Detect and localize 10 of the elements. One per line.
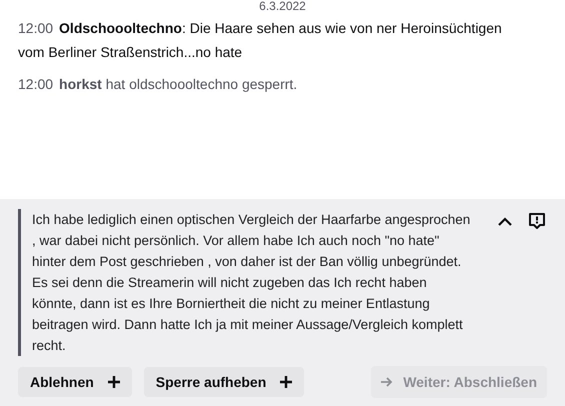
- chat-date: 6.3.2022: [258, 0, 307, 12]
- chat-message: 12:00 Oldschoooltechno: Die Haare sehen aus wie von ner Heroinsüchtigen vom Berliner Straßenstrich...no hate: [18, 19, 503, 62]
- appeal-text: Ich habe lediglich einen optischen Vergleich der Haarfarbe angesprochen , war dabei nicht persönlich. Vor allem habe Ich auch noch "no hate" hinter dem Post geschrieben , von daher ist der Ban völlig unbegründet. Es sei denn die Streamerin will nicht zugeben das Ich recht haben könnte, dann ist es Ihre Borniertheit die nicht zu meiner Entlastung beitragen wird. Dann hatte Ich ja mit meiner Aussage/Vergleich komplett recht.: [32, 211, 472, 355]
- plus-icon: [108, 376, 120, 388]
- report-icon[interactable]: [527, 211, 547, 231]
- action-button[interactable]: Ablehnen: [18, 367, 132, 397]
- ban-notice: 12:00 horkst hat oldschoooltechno gesperrt.: [18, 75, 298, 94]
- action-button[interactable]: Sperre aufheben: [144, 367, 304, 397]
- plus-icon: [280, 376, 292, 388]
- arrow-right-icon: [381, 377, 394, 387]
